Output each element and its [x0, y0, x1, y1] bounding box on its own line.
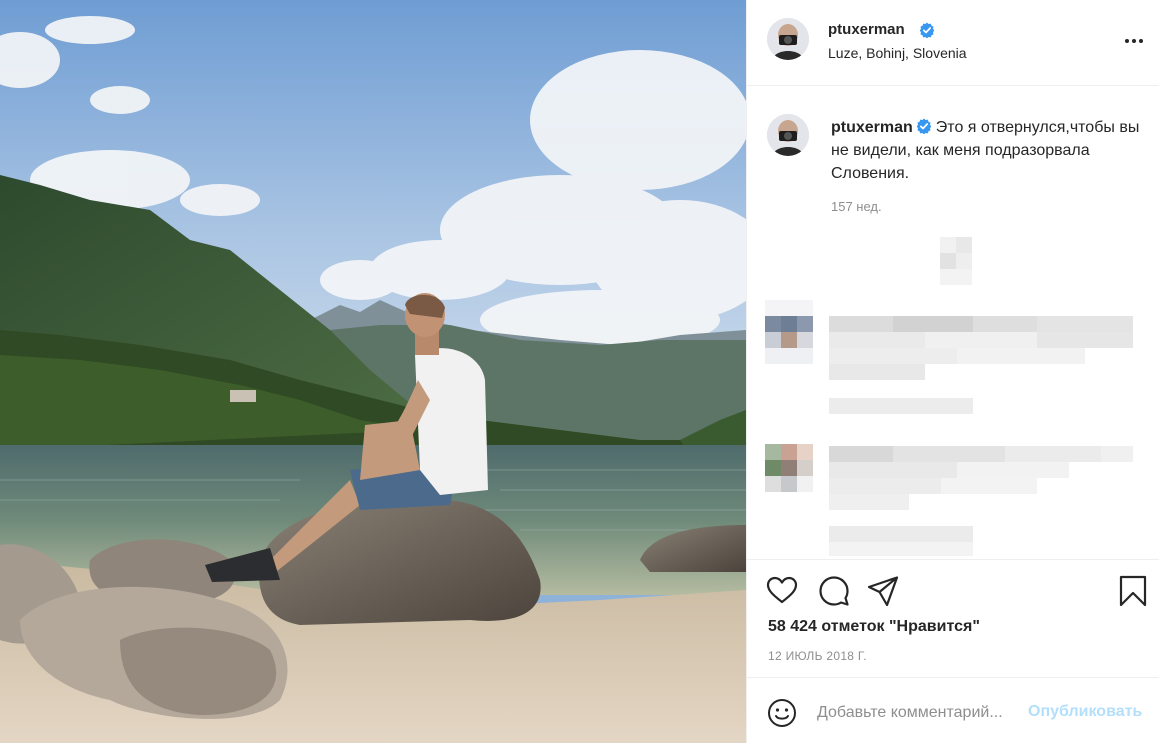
more-options-icon[interactable]: [1122, 30, 1146, 52]
comment-input[interactable]: [817, 700, 1022, 726]
heart-icon[interactable]: [765, 574, 799, 608]
avatar-image: [767, 18, 809, 60]
caption-timestamp: 157 нед.: [831, 199, 882, 214]
username-link[interactable]: ptuxerman: [828, 21, 905, 38]
comment-avatar-pixelated: [765, 300, 813, 364]
comment-text-pixelated: [829, 446, 1134, 558]
post-date[interactable]: 12 ИЮЛЬ 2018 Г.: [768, 649, 867, 663]
send-paper-plane-icon[interactable]: [866, 574, 900, 608]
likes-count[interactable]: 58 424 отметок "Нравится": [768, 618, 980, 636]
lake-landscape-image: [0, 0, 746, 743]
load-more-placeholder: [940, 237, 972, 285]
comment-bubble-icon[interactable]: [817, 574, 851, 608]
add-comment-form: Опубликовать: [747, 677, 1159, 743]
verified-badge-icon: [916, 118, 932, 134]
post-header: ptuxerman Luze, Bohinj, Slovenia: [747, 0, 1159, 86]
bookmark-icon[interactable]: [1116, 574, 1150, 608]
caption-text: ptuxerman Это я отвернулся,чтобы вы не ви…: [831, 116, 1141, 185]
caption-username[interactable]: ptuxerman: [831, 119, 913, 136]
avatar-image: [767, 114, 809, 156]
location-link[interactable]: Luze, Bohinj, Slovenia: [828, 45, 967, 61]
publish-button[interactable]: Опубликовать: [1028, 703, 1142, 721]
smiley-face-icon[interactable]: [767, 698, 797, 728]
post-side-panel: ptuxerman Luze, Bohinj, Slovenia ptuxerm…: [746, 0, 1159, 743]
comment-text-pixelated: [829, 316, 1134, 416]
verified-badge-icon: [919, 22, 935, 38]
caption: ptuxerman Это я отвернулся,чтобы вы не ви…: [747, 86, 1159, 226]
comment-avatar-pixelated: [765, 444, 813, 492]
avatar[interactable]: [767, 18, 809, 60]
caption-avatar[interactable]: [767, 114, 809, 156]
post-actions: 58 424 отметок "Нравится" 12 ИЮЛЬ 2018 Г…: [747, 559, 1159, 677]
post-photo[interactable]: [0, 0, 746, 743]
